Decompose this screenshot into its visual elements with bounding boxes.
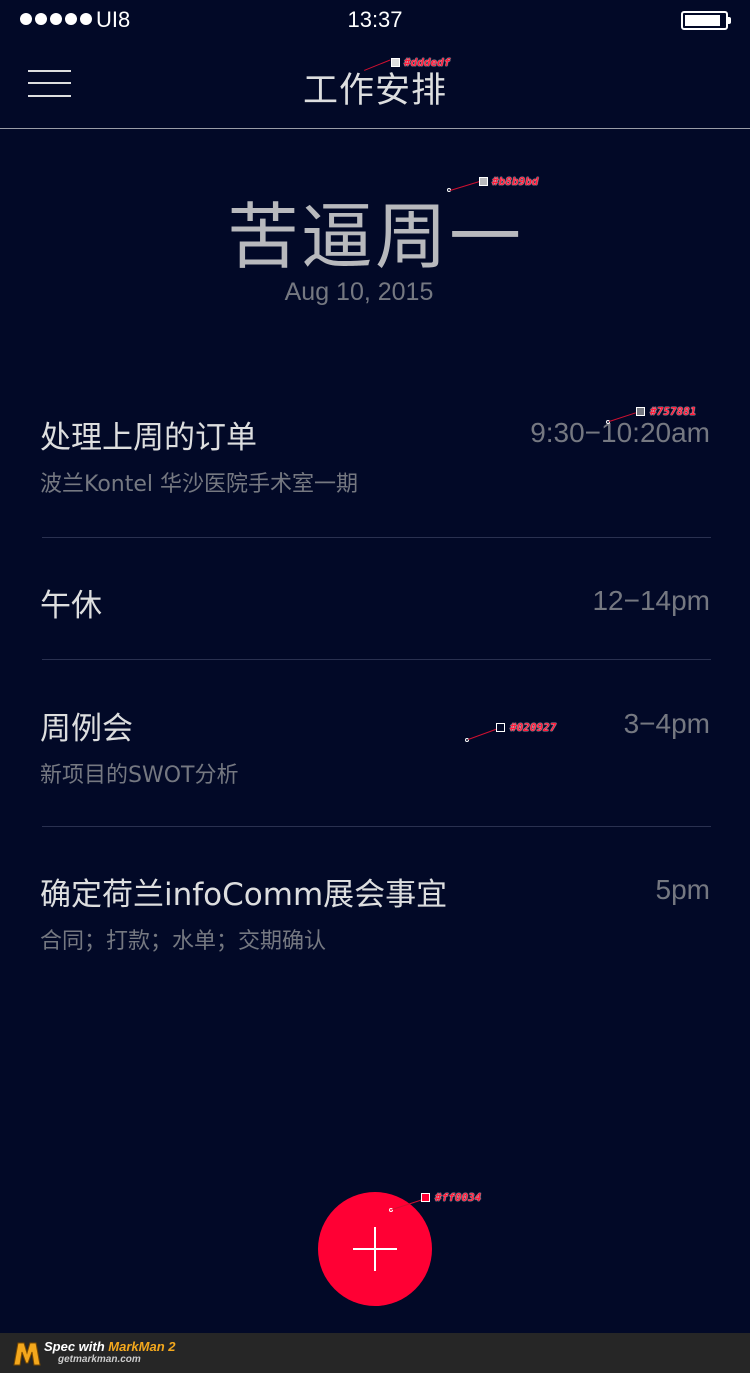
color-swatch [636,407,645,416]
status-clock: 13:37 [347,7,403,32]
schedule-item-subtitle: 新项目的SWOT分析 [40,763,239,788]
markman-url: getmarkman.com [58,1354,141,1365]
schedule-item-title: 处理上周的订单 [40,420,257,456]
schedule-item-time: 12−14pm [592,585,710,616]
schedule-item[interactable]: 午休 12−14pm [0,578,750,660]
schedule-item-subtitle: 合同；打款；水单；交期确认 [40,929,327,954]
color-swatch [391,58,400,67]
annotation-background-color: #020927 [510,721,557,734]
annotation-fab-color: #ff0034 [435,1191,482,1204]
color-swatch [496,723,505,732]
schedule-item-title: 确定荷兰infoComm展会事宜 [40,877,448,913]
markman-footer: Spec with MarkMan 2 getmarkman.com [0,1333,750,1373]
schedule-item-time: 3−4pm [623,708,710,739]
color-swatch [479,177,488,186]
divider [42,659,711,660]
day-title: 苦逼周一 [226,195,523,279]
schedule-item-title: 周例会 [40,711,133,747]
schedule-item-time: 9:30−10:20am [530,417,710,448]
annotation-nav-title-color: #dddedf [404,56,451,69]
add-task-button[interactable] [318,1192,432,1306]
annotation-time-color: #757881 [650,405,697,418]
page-title: 工作安排 [302,71,447,111]
nav-bar: 工作安排 [0,40,750,129]
markman-logo-icon [13,1342,41,1366]
markman-brand: Spec with MarkMan 2 [44,1339,176,1354]
divider [42,826,711,827]
schedule-item[interactable]: 处理上周的订单 9:30−10:20am 波兰Kontel 华沙医院手术室一期 [0,410,750,538]
status-bar: UI8 13:37 [0,0,750,40]
schedule-item-title: 午休 [40,588,102,624]
schedule-item-subtitle: 波兰Kontel 华沙医院手术室一期 [40,472,359,497]
date-label: Aug 10, 2015 [284,278,434,306]
annotation-day-title-color: #b8b9bd [492,175,539,188]
battery-icon [681,11,731,30]
schedule-item[interactable]: 确定荷兰infoComm展会事宜 5pm 合同；打款；水单；交期确认 [0,867,750,967]
schedule-item[interactable]: 周例会 3−4pm 新项目的SWOT分析 [0,701,750,827]
divider [42,537,711,538]
color-swatch [421,1193,430,1202]
schedule-item-time: 5pm [655,874,710,905]
